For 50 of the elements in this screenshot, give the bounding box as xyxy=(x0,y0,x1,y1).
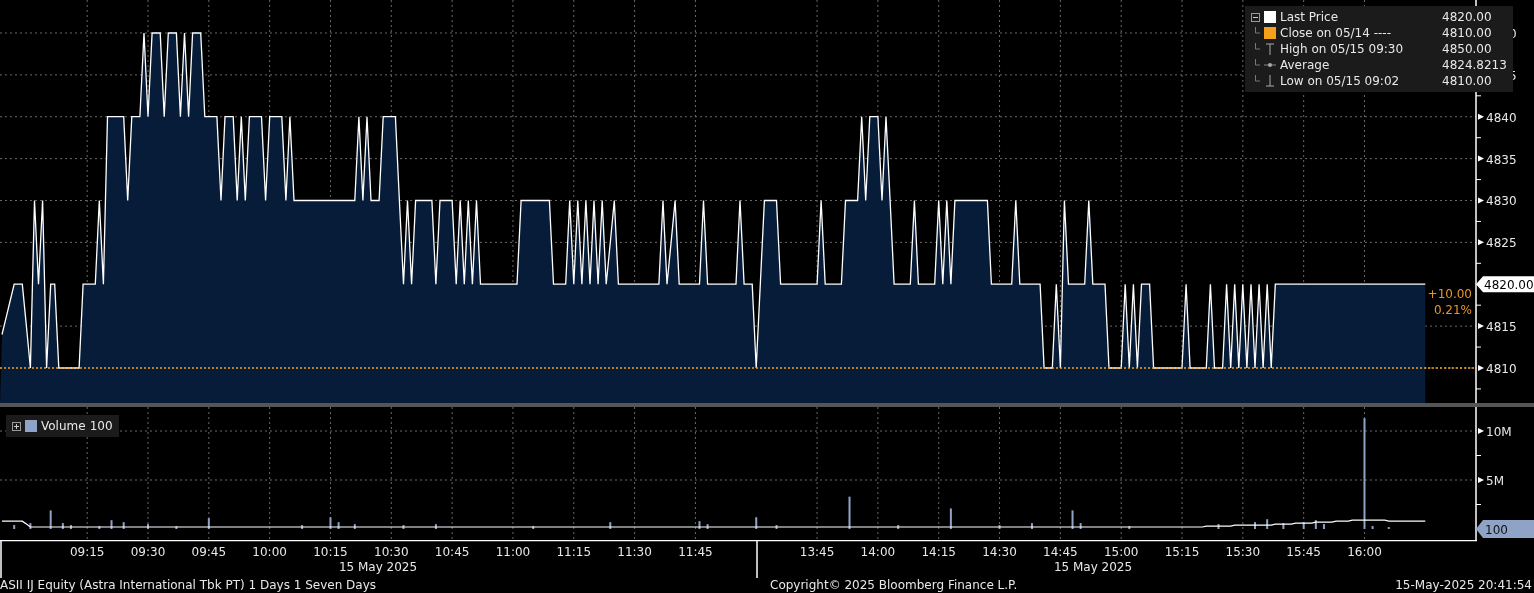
axis-label: 09:45 xyxy=(191,545,227,559)
date-label: 15 May 2025 xyxy=(1053,560,1133,574)
axis-label: 4840 xyxy=(1486,110,1517,125)
axis-label: 14:00 xyxy=(860,545,896,559)
axis-label: 11:15 xyxy=(556,545,592,559)
axis-label: 10:00 xyxy=(252,545,287,559)
legend-label: Volume xyxy=(41,418,86,434)
axis-label: 5M xyxy=(1486,474,1504,488)
axis-label: 11:45 xyxy=(678,545,713,559)
price-change: +10.00 xyxy=(1427,287,1472,302)
axis-label: 4815 xyxy=(1486,320,1517,335)
timestamp: 15-May-2025 20:41:54 xyxy=(1395,578,1532,593)
axis-label: 14:30 xyxy=(982,545,1017,559)
axis-label: 09:30 xyxy=(130,545,166,559)
axis-label: 15:45 xyxy=(1286,545,1321,559)
percent-change: 0.21% xyxy=(1433,303,1472,318)
axis-label: 4825 xyxy=(1486,236,1517,251)
legend-label: Close on 05/14 ---- xyxy=(1280,25,1392,41)
axis-label: 15:00 xyxy=(1103,545,1139,559)
legend-value: 4850.00 xyxy=(1442,41,1492,57)
axis-label: 16:00 xyxy=(1347,545,1382,559)
legend-label: Average xyxy=(1280,57,1331,73)
axis-label: 11:00 xyxy=(495,545,531,559)
axis-label: 14:45 xyxy=(1043,545,1078,559)
axis-label: 10M xyxy=(1486,425,1512,439)
axis-label: 10:30 xyxy=(374,545,409,559)
axis-label: 10:45 xyxy=(434,545,470,559)
price-tag: 4820.00 xyxy=(1476,276,1534,293)
volume-tag: 100 xyxy=(1476,520,1534,538)
legend-value: 100 xyxy=(89,418,113,434)
legend-label: Last Price xyxy=(1280,9,1340,25)
axis-label: 11:30 xyxy=(617,545,652,559)
axis-label: 10:15 xyxy=(313,545,348,559)
axis-label: 4835 xyxy=(1486,152,1517,167)
date-label: 15 May 2025 xyxy=(338,560,418,574)
axis-label: 13:45 xyxy=(799,545,835,559)
axis-label: 14:15 xyxy=(921,545,956,559)
axis-label: 09:15 xyxy=(69,545,105,559)
copyright-notice: Copyright© 2025 Bloomberg Finance L.P. xyxy=(770,578,1019,593)
axis-label: 15:15 xyxy=(1164,545,1200,559)
legend-label: Low on 05/15 09:02 xyxy=(1280,73,1401,89)
legend-label: High on 05/15 09:30 xyxy=(1280,41,1405,57)
axis-label: 4830 xyxy=(1486,194,1517,209)
axis-label: 15:30 xyxy=(1225,545,1261,559)
legend-value: 4810.00 xyxy=(1442,73,1492,89)
legend-value: 4824.8213 xyxy=(1442,57,1507,73)
legend-value: 4810.00 xyxy=(1442,25,1492,41)
axis-label: 4810 xyxy=(1486,362,1517,376)
security-description: ASII IJ Equity (Astra International Tbk PT) 1 Days 1 Seven Days xyxy=(0,578,377,593)
legend-value: 4820.00 xyxy=(1442,9,1492,25)
